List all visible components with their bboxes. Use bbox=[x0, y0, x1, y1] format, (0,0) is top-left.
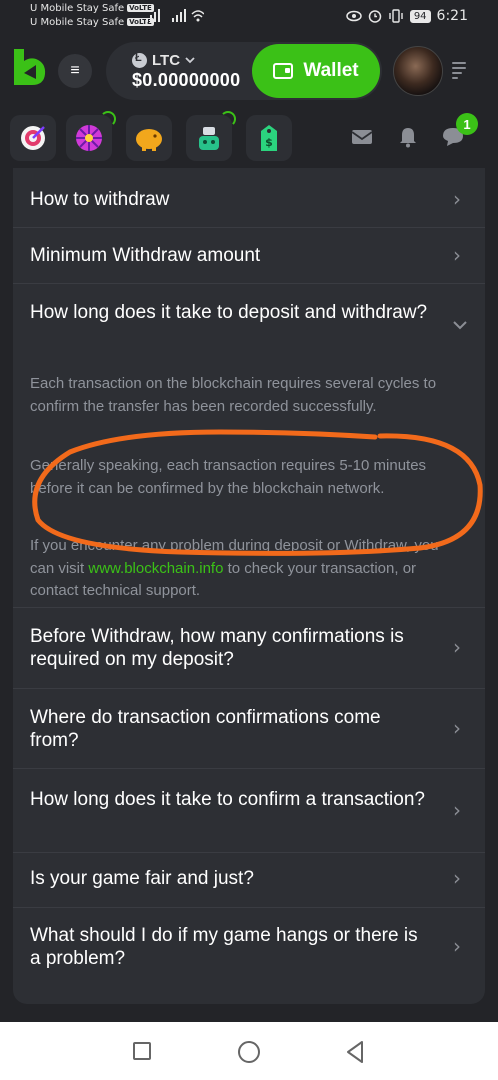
spin-wheel-icon[interactable] bbox=[66, 111, 116, 161]
currency-selector[interactable]: LTC bbox=[132, 52, 195, 69]
status-bar: U Mobile Stay Safe VoLTE U Mobile Stay Sa… bbox=[0, 0, 498, 34]
litecoin-icon bbox=[132, 52, 147, 68]
currency-label: LTC bbox=[152, 52, 181, 69]
blockchain-link[interactable]: www.blockchain.info bbox=[88, 560, 223, 577]
faq-question: Before Withdraw, how many confirmations … bbox=[30, 626, 404, 670]
faq-item[interactable]: How long does it take to confirm a trans… bbox=[13, 768, 485, 853]
vibrate-icon bbox=[389, 9, 403, 23]
chevron-right-icon: › bbox=[453, 716, 461, 740]
chevron-right-icon: › bbox=[453, 635, 461, 659]
chevron-right-icon: › bbox=[453, 866, 461, 890]
recents-button[interactable] bbox=[133, 1042, 151, 1060]
faq-item[interactable]: Before Withdraw, how many confirmations … bbox=[13, 607, 485, 689]
clock: 6:21 bbox=[436, 8, 468, 24]
faq-question: Minimum Withdraw amount bbox=[30, 245, 261, 266]
mail-icon[interactable] bbox=[351, 128, 373, 148]
svg-text:$: $ bbox=[265, 136, 273, 149]
faq-item[interactable]: Minimum Withdraw amount › bbox=[13, 227, 485, 284]
chevron-right-icon: › bbox=[453, 187, 461, 211]
loading-spinner-icon bbox=[100, 111, 116, 127]
faq-question: How to withdraw bbox=[30, 189, 170, 210]
carrier-label: U Mobile Stay Safe VoLTE bbox=[30, 3, 154, 14]
faq-question: Is your game fair and just? bbox=[30, 868, 254, 889]
chevron-down-icon bbox=[185, 57, 195, 64]
list-menu-icon[interactable] bbox=[452, 62, 466, 82]
robot-icon[interactable] bbox=[186, 111, 236, 161]
eye-comfort-icon bbox=[346, 10, 362, 22]
faq-question: How long does it take to confirm a trans… bbox=[30, 789, 425, 810]
faq-question: Where do transaction confirmations come … bbox=[30, 707, 381, 751]
balance-amount: $0.00000000 bbox=[132, 70, 241, 90]
notification-badge: 1 bbox=[456, 113, 478, 135]
wallet-button[interactable]: Wallet bbox=[252, 44, 380, 98]
signal-icon bbox=[146, 8, 205, 26]
alarm-icon bbox=[368, 10, 382, 23]
wallet-icon bbox=[273, 63, 294, 79]
loading-spinner-icon bbox=[220, 111, 236, 127]
chevron-right-icon: › bbox=[453, 243, 461, 267]
top-navigation: ≡ LTC $0.00000000 Wallet bbox=[0, 34, 498, 110]
faq-item[interactable]: What should I do if my game hangs or the… bbox=[13, 907, 485, 1004]
faq-card: How to withdraw › Minimum Withdraw amoun… bbox=[13, 168, 485, 1004]
android-navigation-bar bbox=[0, 1022, 498, 1080]
status-right: 94 6:21 bbox=[346, 8, 468, 24]
chevron-right-icon: › bbox=[453, 934, 461, 958]
battery-icon: 94 bbox=[409, 9, 431, 23]
faq-question: How long does it take to deposit and wit… bbox=[30, 302, 428, 323]
piggy-bank-icon[interactable] bbox=[126, 115, 172, 161]
carrier-label: U Mobile Stay Safe VoLTE bbox=[30, 17, 154, 28]
chevron-right-icon: › bbox=[453, 798, 461, 822]
faq-item[interactable]: Where do transaction confirmations come … bbox=[13, 688, 485, 769]
faq-question: What should I do if my game hangs or the… bbox=[30, 925, 418, 969]
chevron-down-icon bbox=[453, 311, 467, 335]
faq-item[interactable]: How to withdraw › bbox=[13, 168, 485, 228]
bell-icon[interactable] bbox=[398, 126, 418, 148]
menu-button[interactable]: ≡ bbox=[58, 54, 92, 88]
back-button[interactable] bbox=[344, 1040, 366, 1064]
price-tag-icon[interactable]: $ bbox=[246, 115, 292, 161]
wallet-label: Wallet bbox=[303, 60, 359, 81]
faq-answer-paragraph: Generally speaking, each transaction req… bbox=[30, 457, 427, 497]
bc-logo-icon[interactable] bbox=[12, 47, 48, 87]
faq-item[interactable]: Is your game fair and just? › bbox=[13, 852, 485, 908]
game-shortcut-bar: $ bbox=[0, 110, 498, 168]
avatar[interactable] bbox=[393, 46, 443, 96]
faq-answer-paragraph: Each transaction on the blockchain requi… bbox=[30, 375, 437, 415]
home-button[interactable] bbox=[238, 1041, 260, 1063]
target-game-icon[interactable] bbox=[10, 115, 56, 161]
faq-item-expanded[interactable]: How long does it take to deposit and wit… bbox=[13, 283, 485, 608]
faq-answer-paragraph: If you encounter any problem during depo… bbox=[30, 537, 439, 599]
